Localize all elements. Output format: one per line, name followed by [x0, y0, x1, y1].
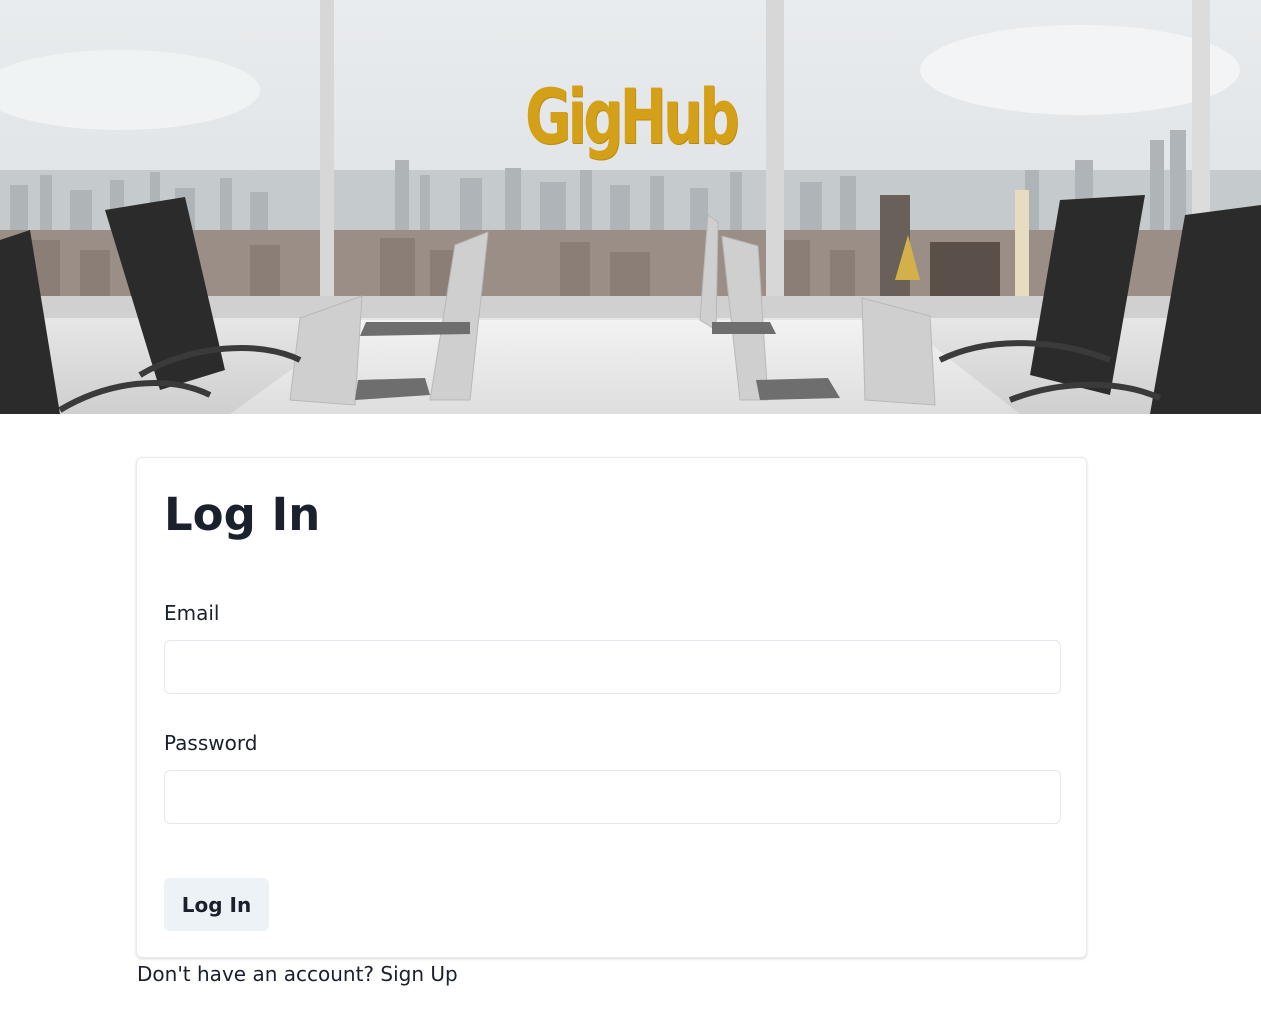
email-label: Email — [164, 601, 220, 625]
gighub-logo: GigHub — [525, 72, 740, 161]
page-title: Log In — [164, 488, 321, 541]
password-label: Password — [164, 731, 258, 755]
hero-banner: GigHub — [0, 0, 1261, 414]
signup-link[interactable]: Sign Up — [380, 962, 457, 986]
office-skyline-image — [0, 0, 1261, 414]
signup-prompt-text: Don't have an account? — [137, 962, 381, 986]
signup-prompt: Don't have an account? Sign Up — [137, 962, 458, 986]
login-card: Log In Email Password Log In — [136, 457, 1087, 958]
email-field[interactable] — [164, 640, 1061, 694]
login-button[interactable]: Log In — [164, 878, 269, 931]
password-field[interactable] — [164, 770, 1061, 824]
